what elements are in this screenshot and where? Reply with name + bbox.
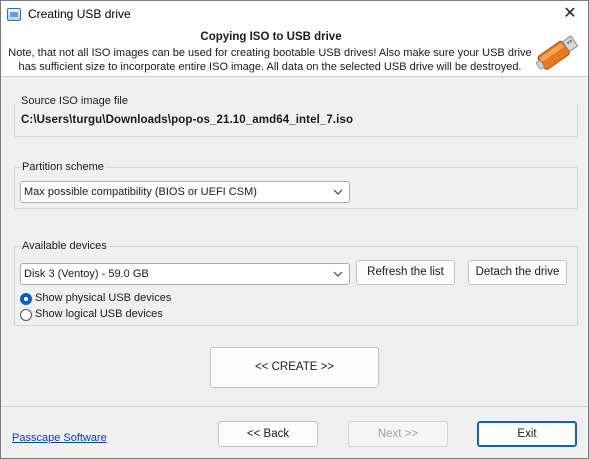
devices-label: Available devices [21,240,108,252]
dialog-window: Creating USB drive ✕ Copying ISO to USB … [0,0,589,459]
header-title: Copying ISO to USB drive [200,31,342,43]
radio-physical-devices[interactable]: Show physical USB devices [20,292,180,306]
footer-divider [1,406,588,407]
title-bar: Creating USB drive ✕ [1,1,588,29]
radio-logical-label: Show logical USB devices [35,308,163,320]
device-select-value: Disk 3 (Ventoy) - 59.0 GB [24,268,149,280]
detach-drive-button[interactable]: Detach the drive [468,260,567,285]
next-button[interactable]: Next >> [348,421,448,447]
device-select[interactable]: Disk 3 (Ventoy) - 59.0 GB [20,263,350,285]
radio-physical-indicator[interactable] [20,293,32,305]
passcape-software-link[interactable]: Passcape Software [12,432,107,444]
dialog-header: Copying ISO to USB drive Note, that not … [1,29,588,77]
partition-label: Partition scheme [21,161,105,173]
radio-logical-devices[interactable]: Show logical USB devices [20,308,180,322]
radio-physical-label: Show physical USB devices [35,292,172,304]
usb-drive-icon [535,35,579,70]
app-window-icon [7,8,21,21]
radio-logical-indicator[interactable] [20,309,32,321]
source-iso-path: C:\Users\turgu\Downloads\pop-os_21.10_am… [21,114,354,126]
refresh-list-button[interactable]: Refresh the list [356,260,455,285]
chevron-down-icon [333,271,343,277]
chevron-down-icon [333,189,343,195]
exit-button[interactable]: Exit [477,421,577,447]
partition-scheme-select[interactable]: Max possible compatibility (BIOS or UEFI… [20,181,350,203]
window-title: Creating USB drive [28,7,131,21]
close-button[interactable]: ✕ [558,3,582,25]
partition-scheme-value: Max possible compatibility (BIOS or UEFI… [24,186,257,198]
create-button[interactable]: << CREATE >> [210,347,379,388]
source-label: Source ISO image file [21,95,128,107]
back-button[interactable]: << Back [218,421,318,447]
header-description: Note, that not all ISO images can be use… [8,47,532,73]
